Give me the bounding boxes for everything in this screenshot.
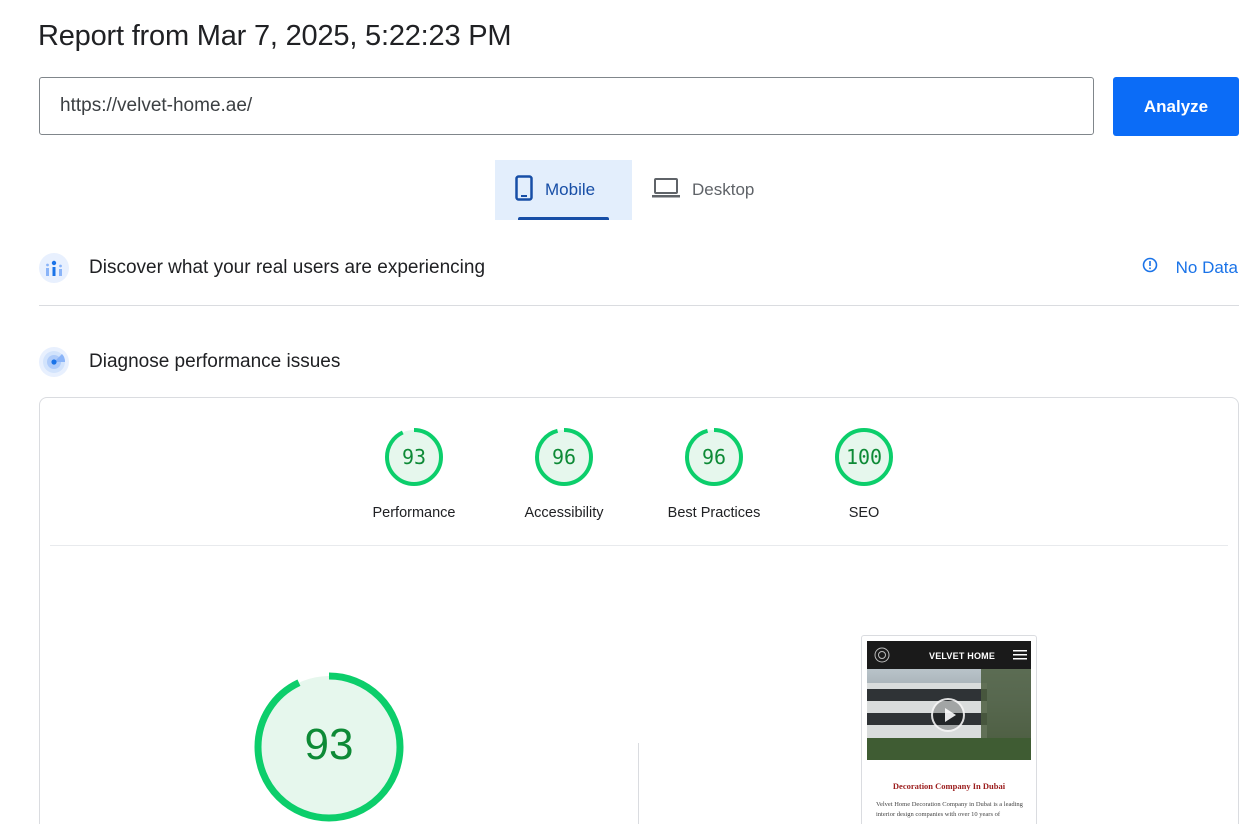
preview-heading: Decoration Company In Dubai	[892, 781, 1006, 791]
preview-logo-mark-icon	[874, 647, 890, 663]
field-data-title: Discover what your real users are experi…	[89, 257, 486, 278]
preview-body-text: Velvet Home Decoration Company in Dubai …	[876, 801, 1023, 818]
vertical-divider	[638, 743, 639, 824]
section-divider	[39, 305, 1239, 306]
score-gauge-accessibility[interactable]: 96 Accessibility	[504, 427, 624, 521]
score-label: Best Practices	[667, 505, 761, 521]
radar-icon	[39, 347, 69, 377]
page-title: Report from Mar 7, 2025, 5:22:23 PM	[38, 20, 512, 52]
play-icon	[931, 698, 965, 732]
phone-icon	[515, 174, 533, 206]
users-chart-icon	[39, 253, 69, 283]
score-label: Accessibility	[524, 505, 604, 521]
preview-building	[867, 683, 987, 738]
preview-hero-image	[867, 669, 1031, 760]
score-value: 100	[845, 445, 883, 469]
preview-hedge	[867, 738, 1031, 760]
info-icon	[1142, 257, 1158, 278]
score-value: 93	[401, 445, 427, 469]
preview-menu-icon	[1013, 650, 1027, 660]
score-gauge-best-practices[interactable]: 96 Best Practices	[654, 427, 774, 521]
no-data-link[interactable]: No Data	[1142, 257, 1238, 278]
lab-data-header: Diagnose performance issues	[39, 346, 1238, 378]
tab-mobile[interactable]: Mobile	[495, 160, 632, 220]
pagespeed-report-page: Report from Mar 7, 2025, 5:22:23 PM Anal…	[0, 0, 1245, 824]
preview-brand: VELVET HOME	[929, 651, 996, 661]
score-label: Performance	[372, 505, 456, 521]
laptop-icon	[652, 177, 680, 204]
card-divider	[50, 545, 1228, 546]
no-data-label: No Data	[1175, 257, 1238, 277]
score-gauge-performance[interactable]: 93 Performance	[354, 427, 474, 521]
url-input[interactable]	[39, 77, 1094, 135]
scores-card: 93 Performance 96 Accessibility 96 Best …	[39, 397, 1239, 824]
tab-selected-indicator	[518, 217, 609, 220]
score-value: 96	[551, 445, 577, 469]
tab-desktop-label: Desktop	[692, 180, 755, 199]
analyze-button[interactable]: Analyze	[1113, 77, 1239, 136]
tab-desktop[interactable]: Desktop	[632, 160, 782, 220]
tab-mobile-label: Mobile	[545, 180, 596, 199]
score-value: 96	[701, 445, 727, 469]
page-screenshot-preview: VELVET HOME Decoration Company In Dubai …	[861, 635, 1037, 824]
field-data-header: Discover what your real users are experi…	[39, 252, 1238, 284]
score-label: SEO	[848, 505, 880, 521]
preview-site-header: VELVET HOME	[867, 641, 1031, 669]
score-gauge-seo[interactable]: 100 SEO	[804, 427, 924, 521]
performance-score-large: 93	[304, 720, 354, 769]
performance-gauge-large: 93	[254, 672, 404, 822]
lab-data-title: Diagnose performance issues	[89, 351, 341, 372]
